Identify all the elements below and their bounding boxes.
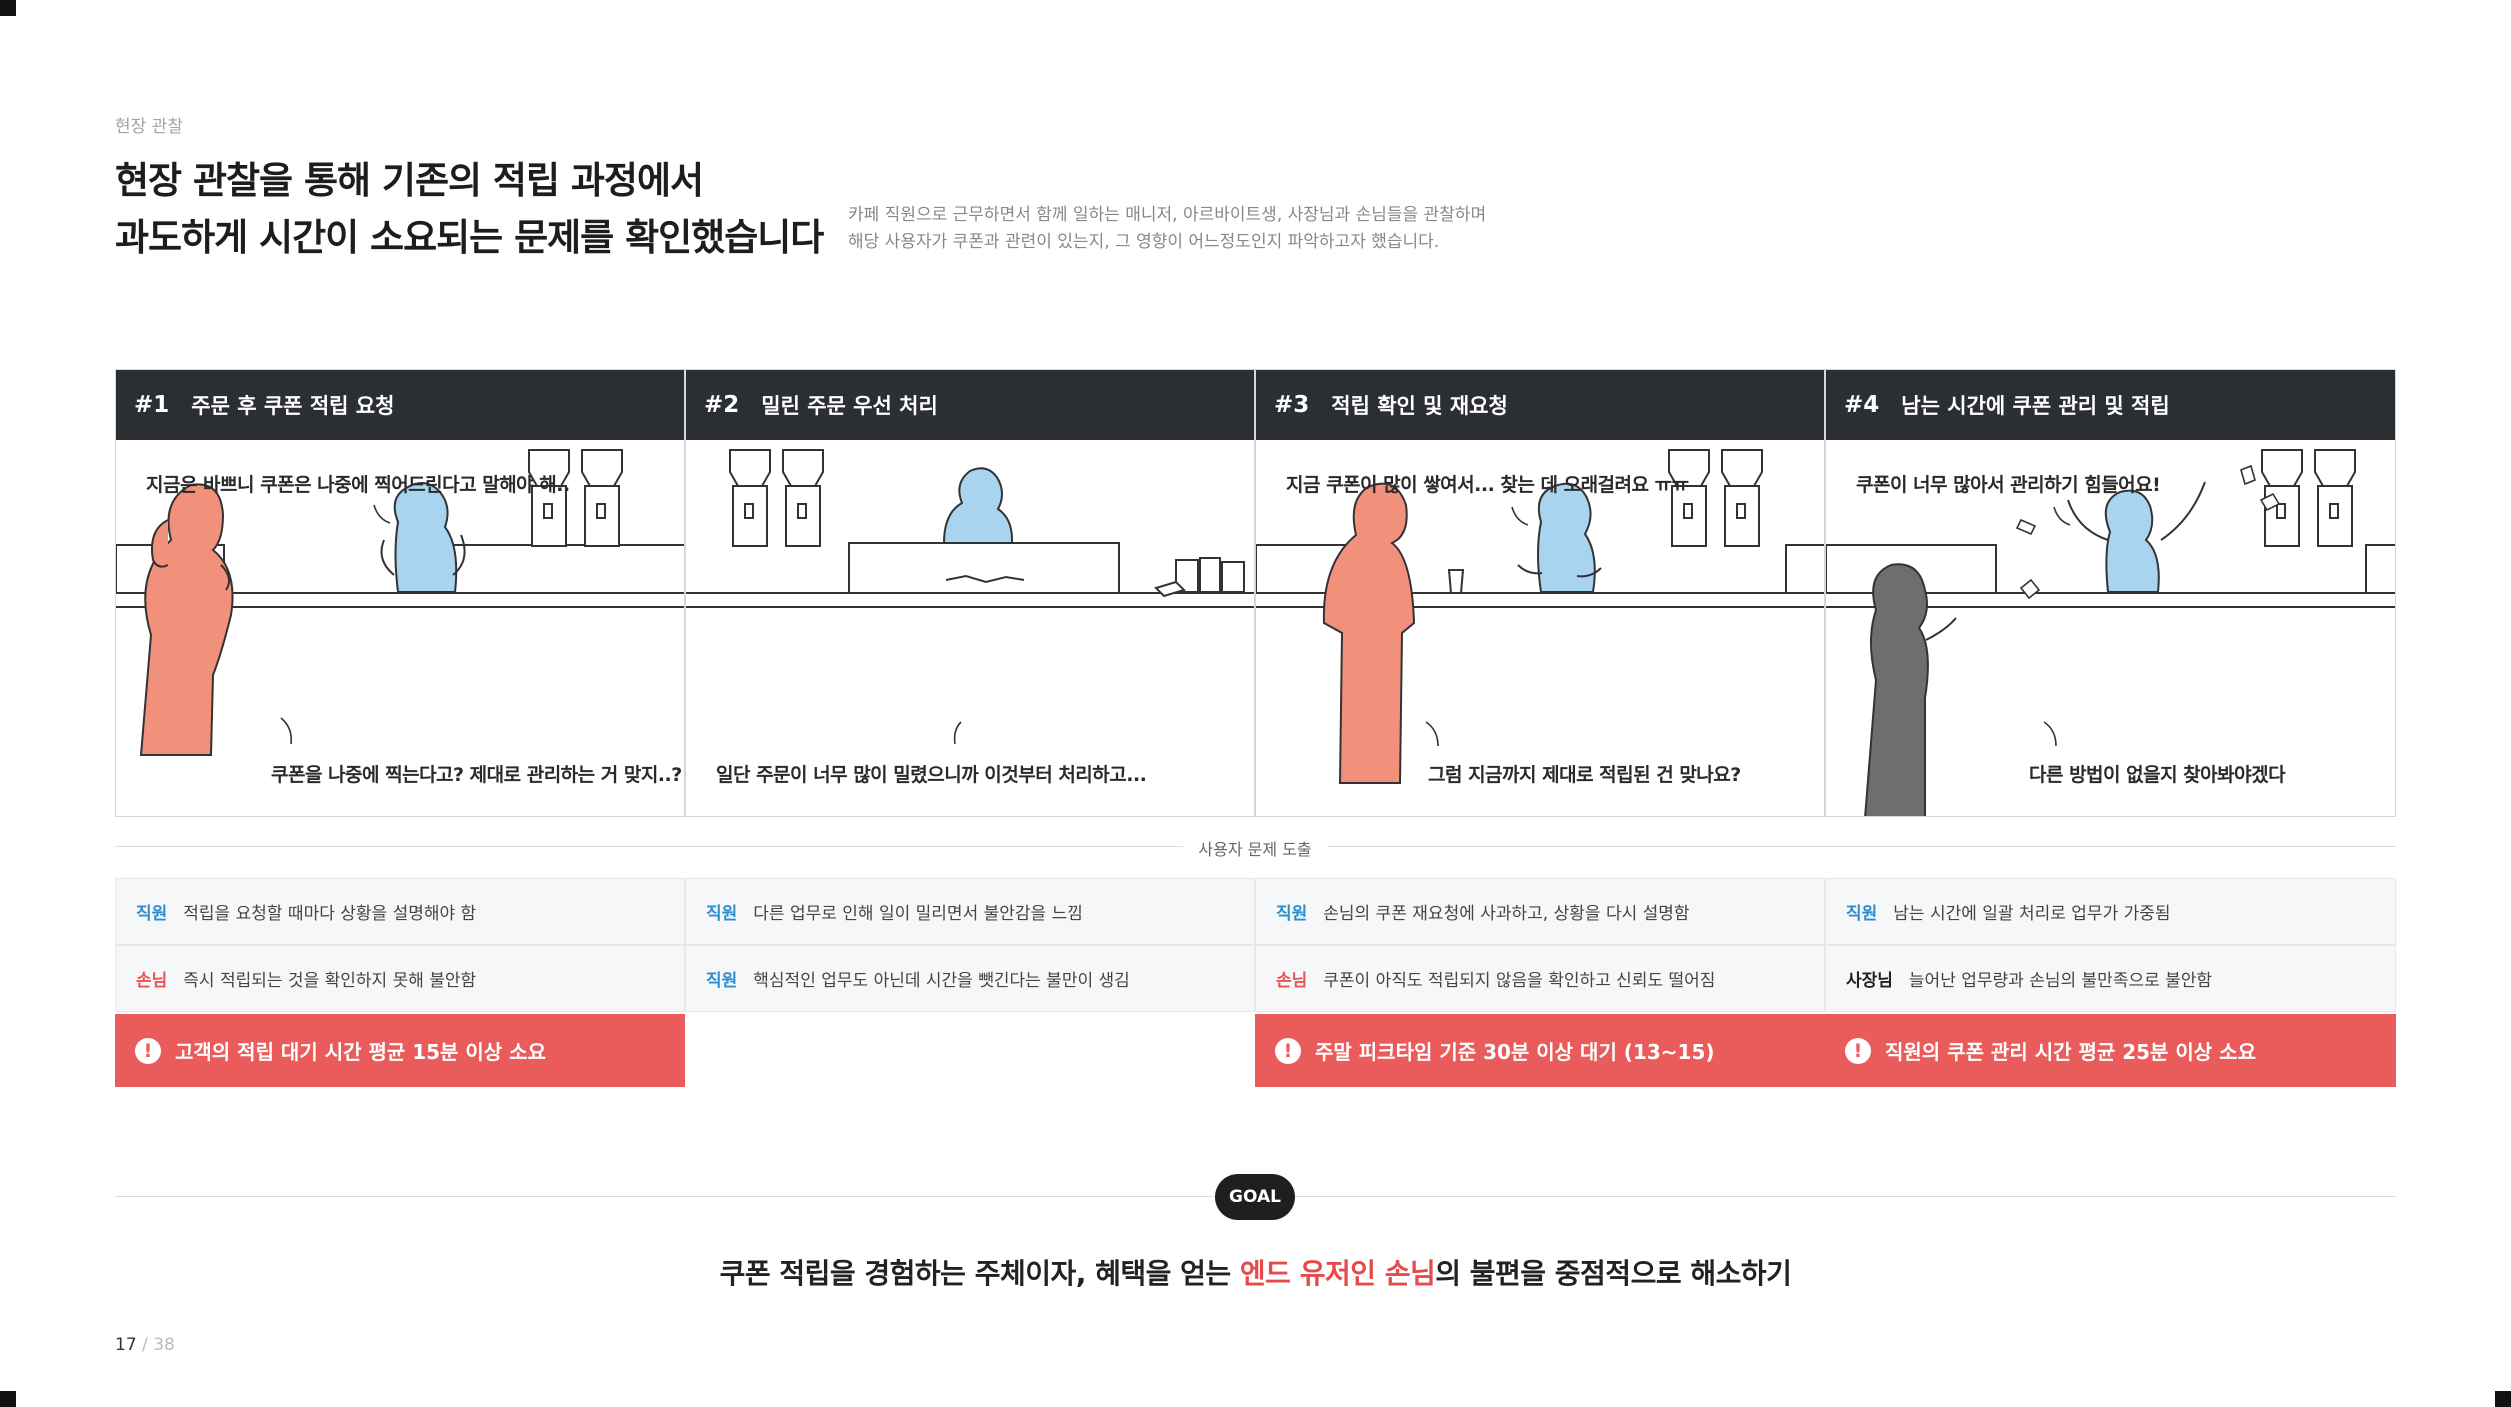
role-label: 손님 <box>1276 971 1308 991</box>
description: 카페 직원으로 근무하면서 함께 일하는 매니저, 아르바이트생, 사장님과 손… <box>848 202 1486 256</box>
speech-tail-top <box>373 504 391 524</box>
alert-text: 직원의 쿠폰 관리 시간 평균 25분 이상 소요 <box>1885 1040 2256 1064</box>
coffee-grinder-icon <box>1668 449 1763 547</box>
panel-title: 적립 확인 및 재요청 <box>1331 394 1508 418</box>
alert-banner: ! 고객의 적립 대기 시간 평균 15분 이상 소요 <box>115 1014 685 1087</box>
customer-figure <box>139 483 234 756</box>
speech-bubble-owner: 다른 방법이 없을지 찾아봐야겠다 <box>2029 764 2286 786</box>
coffee-grinder-icon <box>528 449 623 547</box>
issue-text: 핵심적인 업무도 아닌데 시간을 뺏긴다는 불만이 생김 <box>753 971 1130 991</box>
coffee-grinder-icon <box>729 449 824 547</box>
speech-bubble-staff: 지금은 바쁘니 쿠폰은 나중에 찍어드린다고 말해야 해.. <box>146 474 570 496</box>
story-panel-1: #1 주문 후 쿠폰 적립 요청 지금은 바쁘니 쿠폰은 나중에 찍어드린다고 … <box>115 369 685 817</box>
role-label: 직원 <box>1276 904 1308 924</box>
issue-text: 적립을 요청할 때마다 상황을 설명해야 함 <box>183 904 477 924</box>
staff-figure <box>380 482 466 593</box>
speech-tail-top <box>1511 506 1529 526</box>
panel-number: #4 <box>1844 392 1880 418</box>
customer-figure <box>1322 482 1416 784</box>
headline-line-1: 현장 관찰을 통해 기존의 적립 과정에서 <box>115 159 704 202</box>
issue-item: 직원 다른 업무로 인해 일이 밀리면서 불안감을 느낌 <box>685 878 1255 945</box>
role-label: 직원 <box>1846 904 1878 924</box>
role-label: 직원 <box>136 904 168 924</box>
page-total: 38 <box>153 1335 175 1355</box>
panel-title: 주문 후 쿠폰 적립 요청 <box>191 394 395 418</box>
role-label: 손님 <box>136 971 168 991</box>
speech-bubble-staff: 쿠폰이 너무 많아서 관리하기 힘들어요! <box>1856 474 2161 496</box>
panel-header: #3 적립 확인 및 재요청 <box>1256 370 1824 440</box>
story-panel-2: #2 밀린 주문 우선 처리 일단 주문이 너무 많이 밀렸으니까 이것부터 처… <box>685 369 1255 817</box>
page-current: 17 <box>115 1335 137 1355</box>
exclamation-icon: ! <box>135 1037 161 1064</box>
speech-tail-bottom <box>953 721 962 745</box>
goal-text-before: 쿠폰 적립을 경험하는 주체이자, 혜택을 얻는 <box>719 1257 1240 1290</box>
speech-tail-bottom <box>1425 721 1439 747</box>
exclamation-icon: ! <box>1275 1037 1301 1064</box>
speech-bubble-staff: 일단 주문이 너무 많이 밀렸으니까 이것부터 처리하고... <box>716 764 1147 786</box>
staff-figure <box>2067 481 2206 593</box>
exclamation-icon: ! <box>1845 1037 1871 1064</box>
page-separator: / <box>136 1335 154 1355</box>
staff-figure <box>1517 482 1602 593</box>
panel-header: #1 주문 후 쿠폰 적립 요청 <box>116 370 684 440</box>
corner-mark-bottom-left <box>0 1391 16 1407</box>
issue-item: 직원 남는 시간에 일괄 처리로 업무가 가중됨 <box>1825 878 2396 945</box>
issue-item: 직원 손님의 쿠폰 재요청에 사과하고, 상황을 다시 설명함 <box>1255 878 1825 945</box>
cup-icon <box>1447 569 1465 594</box>
issue-text: 쿠폰이 아직도 적립되지 않음을 확인하고 신뢰도 떨어짐 <box>1323 971 1716 991</box>
role-label: 직원 <box>706 971 738 991</box>
owner-figure <box>1864 563 1957 816</box>
goal-badge: GOAL <box>1215 1174 1295 1220</box>
divider-line-left <box>115 846 1183 847</box>
speech-tail-bottom <box>2043 721 2057 747</box>
staff-figure <box>942 467 1014 544</box>
issue-text: 손님의 쿠폰 재요청에 사과하고, 상황을 다시 설명함 <box>1323 904 1690 924</box>
section-label: 현장 관찰 <box>115 117 183 137</box>
issue-text: 늘어난 업무량과 손님의 불만족으로 불안함 <box>1908 971 2213 991</box>
page-number: 17 / 38 <box>115 1335 175 1355</box>
speech-tail-bottom <box>280 717 293 745</box>
role-label: 직원 <box>706 904 738 924</box>
issue-item: 손님 쿠폰이 아직도 적립되지 않음을 확인하고 신뢰도 떨어짐 <box>1255 945 1825 1012</box>
issue-text: 다른 업무로 인해 일이 밀리면서 불안감을 느낌 <box>753 904 1083 924</box>
issue-item: 손님 즉시 적립되는 것을 확인하지 못해 불안함 <box>115 945 685 1012</box>
speech-tail-top <box>2053 506 2071 526</box>
page-title: 현장 관찰을 통해 기존의 적립 과정에서 과도하게 시간이 소요되는 문제를 … <box>115 152 824 266</box>
panel-number: #3 <box>1274 392 1310 418</box>
description-line-1: 카페 직원으로 근무하면서 함께 일하는 매니저, 아르바이트생, 사장님과 손… <box>848 205 1487 225</box>
alert-text: 주말 피크타임 기준 30분 이상 대기 (13~15) <box>1315 1040 1715 1064</box>
issue-text: 남는 시간에 일괄 처리로 업무가 가중됨 <box>1893 904 2171 924</box>
story-panel-4: #4 남는 시간에 쿠폰 관리 및 적립 쿠폰이 너무 많아서 관리하기 힘들어… <box>1825 369 2396 817</box>
issue-text: 즉시 적립되는 것을 확인하지 못해 불안함 <box>183 971 477 991</box>
alert-banner: ! 주말 피크타임 기준 30분 이상 대기 (13~15) <box>1255 1014 1825 1087</box>
speech-bubble-customer: 쿠폰을 나중에 찍는다고? 제대로 관리하는 거 맞지..? <box>271 764 682 786</box>
panel-header: #2 밀린 주문 우선 처리 <box>686 370 1254 440</box>
panel-number: #1 <box>134 392 170 418</box>
panel-title: 밀린 주문 우선 처리 <box>761 394 938 418</box>
goal-text-after: 의 불편을 중점적으로 해소하기 <box>1435 1257 1792 1290</box>
panel-header: #4 남는 시간에 쿠폰 관리 및 적립 <box>1826 370 2395 440</box>
alert-banner: ! 직원의 쿠폰 관리 시간 평균 25분 이상 소요 <box>1825 1014 2396 1087</box>
divider-line-right <box>1327 846 2396 847</box>
description-line-2: 해당 사용자가 쿠폰과 관련이 있는지, 그 영향이 어느정도인지 파악하고자 … <box>848 232 1440 252</box>
goal-statement: 쿠폰 적립을 경험하는 주체이자, 혜택을 얻는 엔드 유저인 손님의 불편을 … <box>0 1252 2511 1292</box>
issue-item: 직원 핵심적인 업무도 아닌데 시간을 뺏긴다는 불만이 생김 <box>685 945 1255 1012</box>
goal-text-highlight: 엔드 유저인 손님 <box>1239 1257 1436 1290</box>
panel-title: 남는 시간에 쿠폰 관리 및 적립 <box>1901 394 2170 418</box>
story-panel-3: #3 적립 확인 및 재요청 지금 쿠폰이 많이 쌓여서... 찾는 데 오래걸… <box>1255 369 1825 817</box>
corner-mark-bottom-right <box>2495 1391 2511 1407</box>
storyboard: #1 주문 후 쿠폰 적립 요청 지금은 바쁘니 쿠폰은 나중에 찍어드린다고 … <box>115 369 2396 817</box>
speech-bubble-customer: 그럼 지금까지 제대로 적립된 건 맞나요? <box>1428 764 1741 786</box>
issue-item: 사장님 늘어난 업무량과 손님의 불만족으로 불안함 <box>1825 945 2396 1012</box>
alert-text: 고객의 적립 대기 시간 평균 15분 이상 소요 <box>175 1040 546 1064</box>
panel-number: #2 <box>704 392 740 418</box>
issue-item: 직원 적립을 요청할 때마다 상황을 설명해야 함 <box>115 878 685 945</box>
corner-mark-top-left <box>0 0 16 16</box>
speech-bubble-staff: 지금 쿠폰이 많이 쌓여서... 찾는 데 오래걸려요 ㅠㅠ <box>1286 474 1689 496</box>
headline-line-2: 과도하게 시간이 소요되는 문제를 확인했습니다 <box>115 216 824 259</box>
section-divider-label: 사용자 문제 도출 <box>1198 840 1312 859</box>
cups-icon <box>1154 557 1245 598</box>
role-label: 사장님 <box>1846 971 1893 991</box>
